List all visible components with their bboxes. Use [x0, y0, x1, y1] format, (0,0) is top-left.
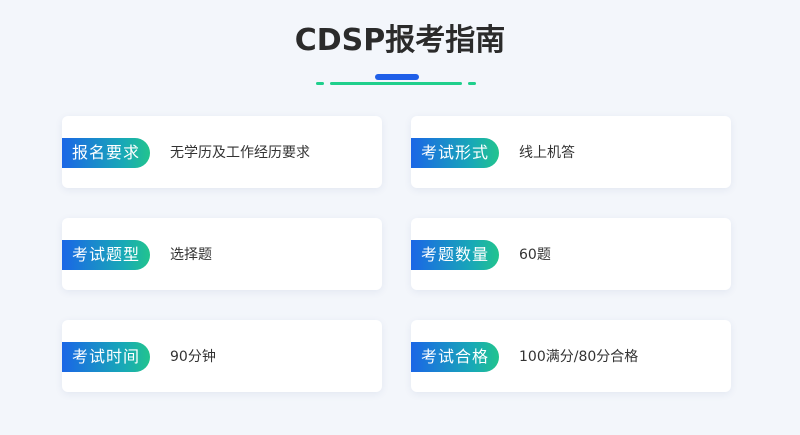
- divider-line: [330, 82, 462, 85]
- info-card-pass-criteria: 考试合格 100满分/80分合格: [411, 320, 731, 392]
- divider-dot-right: [468, 82, 476, 85]
- card-value: 100满分/80分合格: [519, 349, 639, 365]
- card-value: 线上机答: [519, 145, 575, 161]
- divider-dot-left: [316, 82, 324, 85]
- info-card-question-type: 考试题型 选择题: [62, 218, 382, 290]
- card-value: 无学历及工作经历要求: [170, 145, 310, 161]
- card-value: 60题: [519, 247, 551, 263]
- card-badge: 考试题型: [62, 240, 150, 270]
- info-card-registration: 报名要求 无学历及工作经历要求: [62, 116, 382, 188]
- card-value: 选择题: [170, 247, 212, 263]
- page-title: CDSP报考指南: [294, 23, 506, 58]
- card-badge: 报名要求: [62, 138, 150, 168]
- info-card-exam-duration: 考试时间 90分钟: [62, 320, 382, 392]
- card-badge: 考试时间: [62, 342, 150, 372]
- info-card-question-count: 考题数量 60题: [411, 218, 731, 290]
- divider-pill: [375, 74, 419, 80]
- card-value: 90分钟: [170, 349, 216, 365]
- title-divider: [0, 72, 800, 88]
- info-card-exam-format: 考试形式 线上机答: [411, 116, 731, 188]
- card-badge: 考试合格: [411, 342, 499, 372]
- card-badge: 考题数量: [411, 240, 499, 270]
- card-badge: 考试形式: [411, 138, 499, 168]
